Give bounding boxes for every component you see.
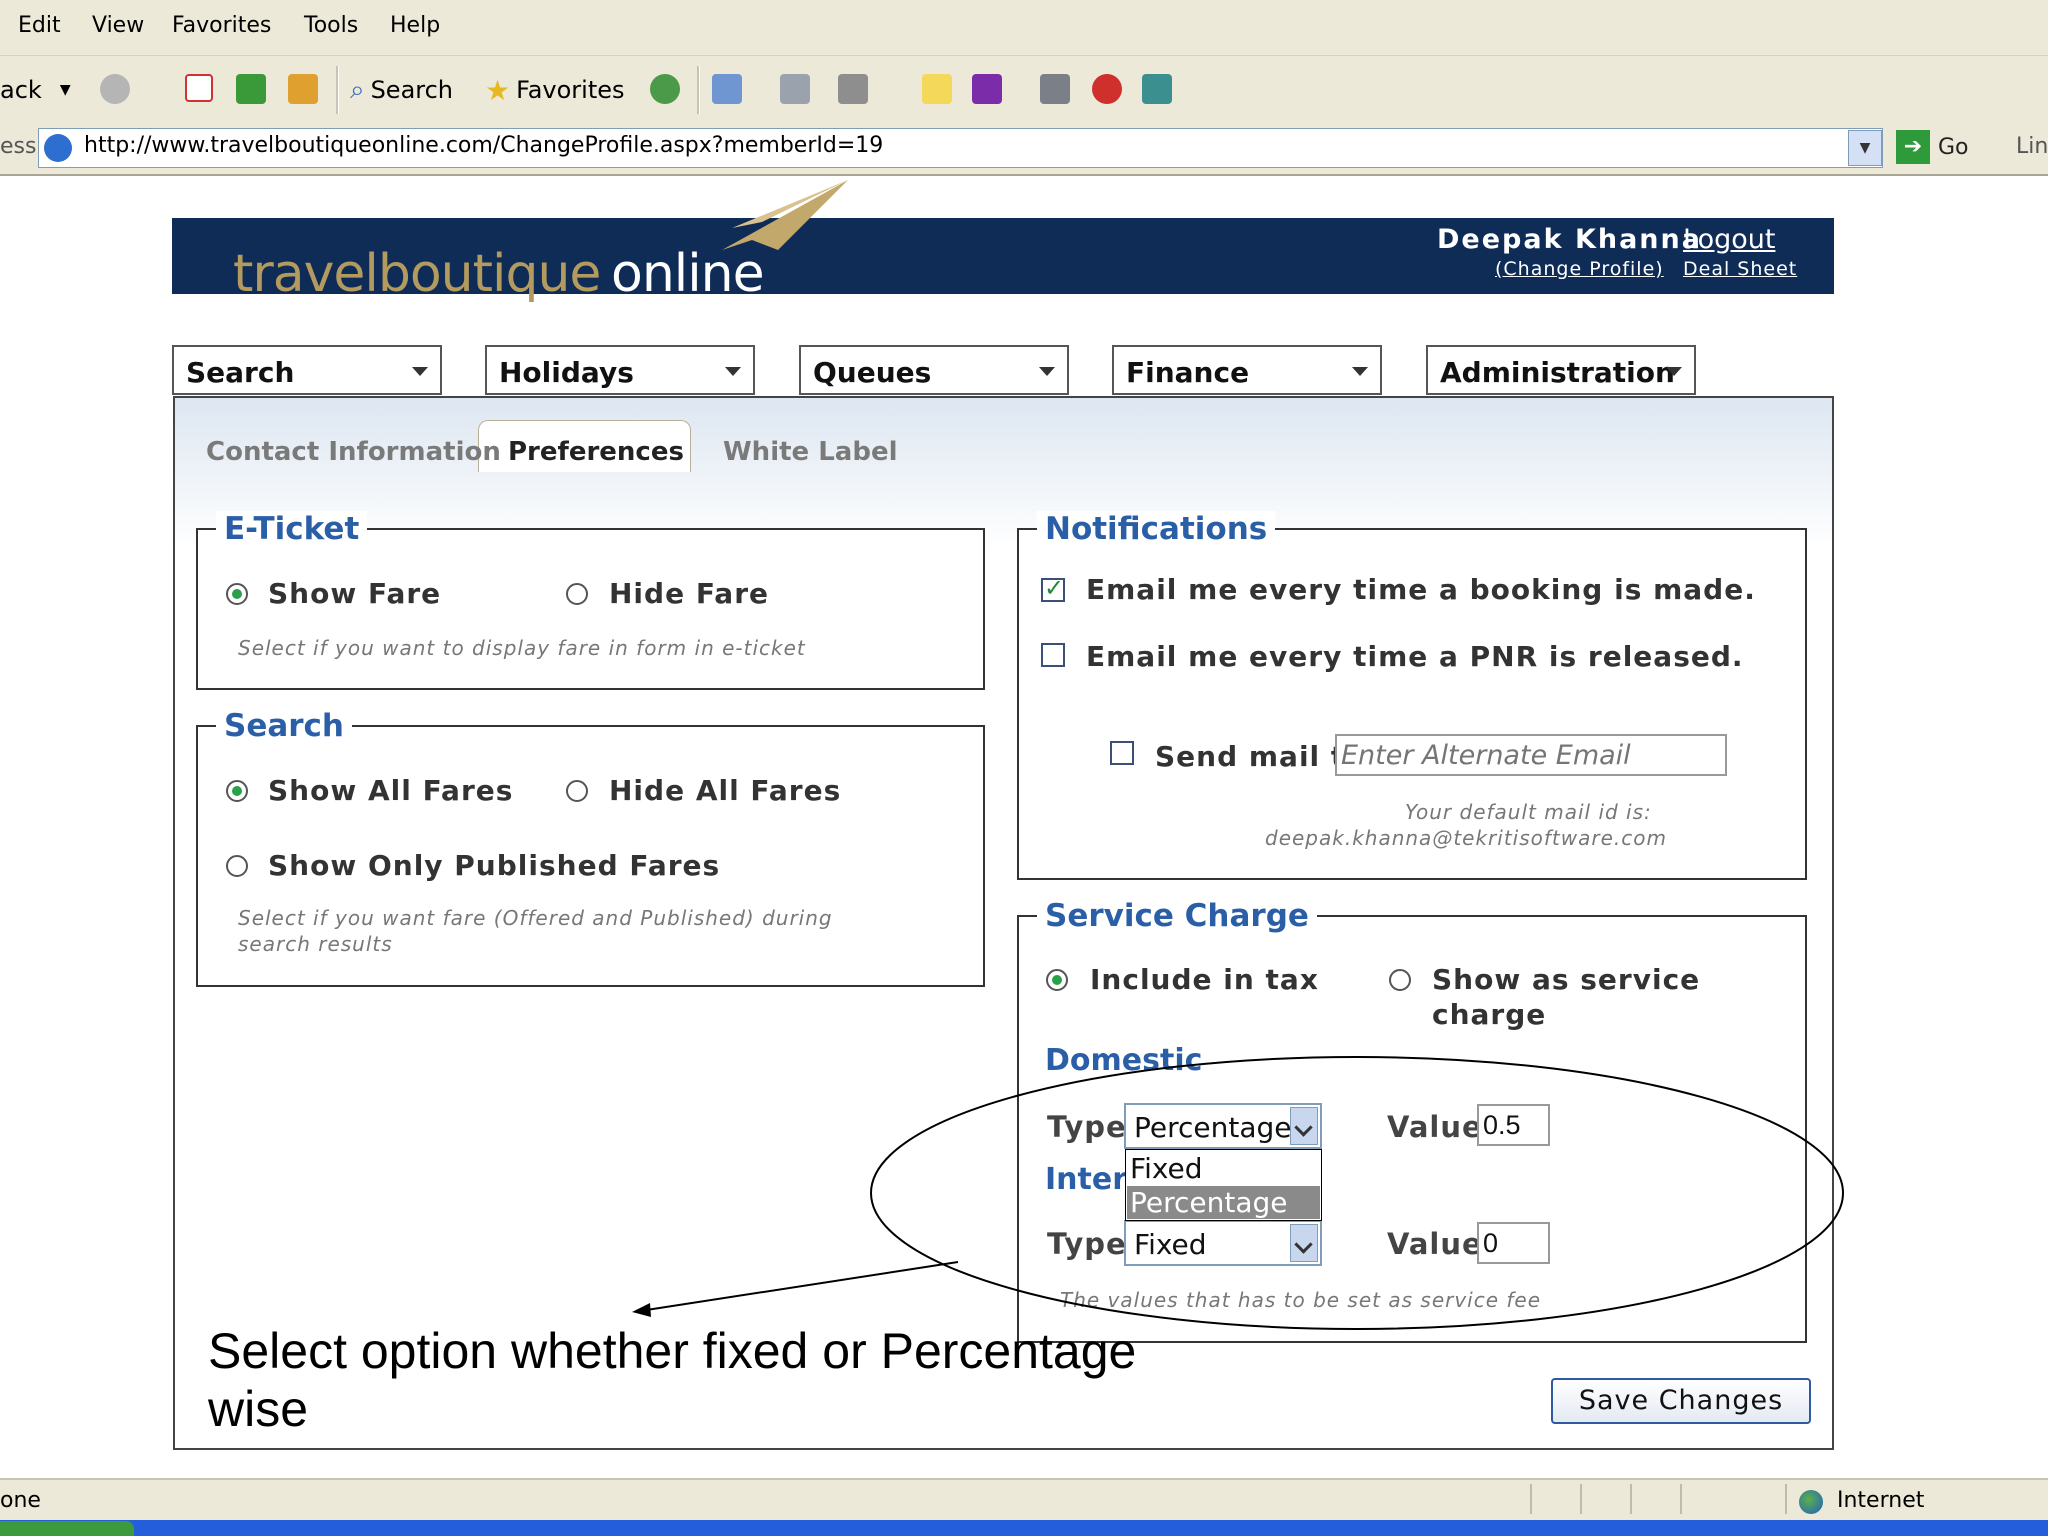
annotation-text: Select option whether fixed or Percentag… xyxy=(208,1322,1136,1438)
annotation-overlay xyxy=(632,1056,1844,1330)
security-zone: Internet xyxy=(1837,1488,1925,1513)
status-divider xyxy=(1630,1484,1632,1514)
start-button[interactable] xyxy=(0,1521,134,1536)
windows-taskbar xyxy=(0,1520,2048,1536)
status-divider xyxy=(1785,1484,1787,1514)
status-text: one xyxy=(0,1488,41,1513)
annotation-line2: wise xyxy=(208,1381,309,1437)
annotation-line1: Select option whether fixed or Percentag… xyxy=(208,1323,1137,1379)
status-bar xyxy=(0,1478,2048,1522)
status-divider xyxy=(1530,1484,1532,1514)
globe-icon xyxy=(1799,1490,1823,1514)
status-divider xyxy=(1580,1484,1582,1514)
save-changes-button[interactable]: Save Changes xyxy=(1551,1378,1811,1424)
status-divider xyxy=(1680,1484,1682,1514)
